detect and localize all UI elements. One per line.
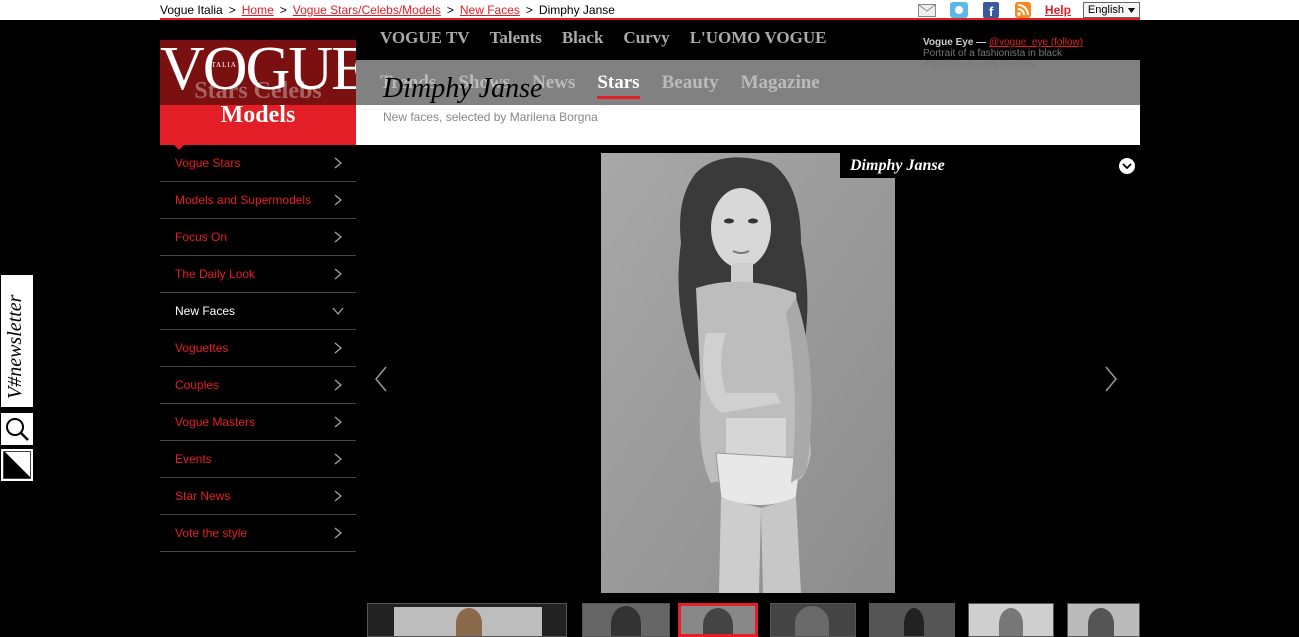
chevron-right-icon	[334, 379, 342, 391]
nav-stars[interactable]: Stars	[597, 72, 640, 99]
caption-toggle-button[interactable]	[1119, 158, 1135, 174]
contrast-toggle-tab[interactable]	[0, 448, 34, 482]
chevron-right-icon	[334, 490, 342, 502]
sidebar-item-new-faces[interactable]: New Faces	[160, 293, 356, 330]
nav-beauty[interactable]: Beauty	[662, 72, 719, 99]
chevron-right-icon	[334, 416, 342, 428]
nav-luomo-vogue[interactable]: L'UOMO VOGUE	[690, 28, 827, 48]
nav-curvy[interactable]: Curvy	[623, 28, 669, 48]
sidebar-item-star-news[interactable]: Star News	[160, 478, 356, 515]
sidebar-item-label: Vogue Masters	[175, 415, 256, 429]
gallery-next-button[interactable]	[1104, 366, 1118, 397]
gallery-thumbnail[interactable]	[582, 603, 670, 637]
top-utility-bar: Vogue Italia > Home > Vogue Stars/Celebs/Mod…	[0, 0, 1299, 20]
gallery-thumbnail[interactable]	[1067, 603, 1140, 637]
sidebar-item-vote-the-style[interactable]: Vote the style	[160, 515, 356, 552]
sidebar-item-label: Couples	[175, 378, 220, 392]
chevron-down-icon	[1122, 162, 1132, 169]
language-select[interactable]: English	[1082, 2, 1140, 18]
vogue-eye-widget: Vogue Eye — @vogue_eye (follow) Portrait…	[923, 37, 1133, 70]
twitter-icon[interactable]	[949, 2, 969, 18]
breadcrumb-separator: >	[228, 3, 236, 17]
sidebar-item-models-supermodels[interactable]: Models and Supermodels	[160, 182, 356, 219]
gallery-thumbnail[interactable]	[770, 603, 856, 637]
chevron-left-icon	[375, 366, 387, 392]
chevron-down-icon	[1128, 7, 1135, 13]
nav-magazine[interactable]: Magazine	[741, 72, 820, 99]
svg-text:f: f	[989, 4, 994, 18]
chevron-right-icon	[334, 268, 342, 280]
sidebar: Vogue Stars Models and Supermodels Focus…	[160, 145, 356, 552]
chevron-right-icon	[334, 453, 342, 465]
chevron-right-icon	[334, 527, 342, 539]
utility-links: f Help English	[917, 1, 1140, 19]
sidebar-item-label: Events	[175, 452, 212, 466]
sidebar-item-label: Star News	[175, 489, 231, 503]
sidebar-item-label: Focus On	[175, 230, 228, 244]
logo-block[interactable]: VOGUE ITALIA Stars Celebs Models	[160, 40, 356, 145]
chevron-right-icon	[334, 342, 342, 354]
gallery-thumbnails	[367, 603, 1140, 637]
chevron-right-icon	[1105, 366, 1117, 392]
breadcrumb-current: Dimphy Janse	[538, 3, 615, 17]
gallery-thumbnail[interactable]	[968, 603, 1054, 637]
sidebar-item-label: Vote the style	[175, 526, 248, 540]
search-icon	[6, 418, 29, 441]
gallery-photo[interactable]	[601, 153, 895, 593]
breadcrumb-site: Vogue Italia	[160, 3, 223, 17]
gallery-prev-button[interactable]	[374, 366, 388, 397]
breadcrumb: Vogue Italia > Home > Vogue Stars/Celebs/Mod…	[160, 3, 615, 17]
sidebar-item-couples[interactable]: Couples	[160, 367, 356, 404]
vogue-eye-handle[interactable]: @vogue_eye (follow)	[989, 37, 1083, 48]
sidebar-item-events[interactable]: Events	[160, 441, 356, 478]
gallery-thumbnail-selected[interactable]	[678, 603, 758, 637]
sidebar-item-daily-look[interactable]: The Daily Look	[160, 256, 356, 293]
breadcrumb-home-link[interactable]: Home	[242, 3, 274, 17]
chevron-down-icon	[332, 307, 344, 315]
vogue-eye-text: Portrait of a fashionista in black	[923, 48, 1062, 59]
breadcrumb-separator: >	[525, 3, 533, 17]
nav-talents[interactable]: Talents	[490, 28, 542, 48]
facebook-icon[interactable]: f	[981, 2, 1001, 18]
gallery-thumbnail[interactable]	[367, 603, 567, 637]
vogue-eye-label: Vogue Eye —	[923, 37, 987, 48]
breadcrumb-separator: >	[279, 3, 287, 17]
sidebar-item-label: Voguettes	[175, 341, 229, 355]
breadcrumb-new-faces-link[interactable]: New Faces	[460, 3, 520, 17]
sidebar-item-label: New Faces	[175, 304, 236, 318]
newsletter-tab[interactable]: V#newsletter	[0, 274, 34, 408]
sidebar-item-voguettes[interactable]: Voguettes	[160, 330, 356, 367]
language-value: English	[1087, 4, 1124, 16]
sidebar-item-vogue-stars[interactable]: Vogue Stars	[160, 145, 356, 182]
chevron-right-icon	[334, 194, 342, 206]
rss-icon[interactable]	[1013, 2, 1033, 18]
section-ghost-title: Stars Celebs	[194, 78, 322, 104]
model-photo-illustration	[601, 153, 895, 593]
newsletter-label: V#newsletter	[4, 294, 26, 399]
section-title: Models	[220, 102, 296, 128]
help-link[interactable]: Help	[1045, 3, 1071, 17]
sidebar-item-label: Vogue Stars	[175, 156, 241, 170]
page-title: Dimphy Janse	[383, 73, 543, 104]
gallery-thumbnail[interactable]	[869, 603, 955, 637]
secondary-nav: VOGUE TV Talents Black Curvy L'UOMO VOGU…	[380, 28, 826, 48]
search-tab[interactable]	[0, 412, 34, 446]
sidebar-item-label: Models and Supermodels	[175, 193, 312, 207]
sidebar-item-focus-on[interactable]: Focus On	[160, 219, 356, 256]
sidebar-item-vogue-masters[interactable]: Vogue Masters	[160, 404, 356, 441]
chevron-right-icon	[334, 157, 342, 169]
vogue-eye-link[interactable]: http://tinyurl.com/6ae9ors	[923, 59, 1133, 70]
contrast-icon	[3, 451, 31, 479]
breadcrumb-stars-link[interactable]: Vogue Stars/Celebs/Models	[293, 3, 441, 17]
chevron-right-icon	[334, 231, 342, 243]
photo-caption: Dimphy Janse	[840, 153, 1140, 178]
breadcrumb-separator: >	[446, 3, 454, 17]
nav-black[interactable]: Black	[562, 28, 604, 48]
nav-vogue-tv[interactable]: VOGUE TV	[380, 28, 470, 48]
vogue-edition: ITALIA	[208, 61, 237, 69]
page-subtitle: New faces, selected by Marilena Borgna	[383, 110, 598, 124]
sidebar-item-label: The Daily Look	[175, 267, 256, 281]
mail-icon[interactable]	[917, 2, 937, 18]
